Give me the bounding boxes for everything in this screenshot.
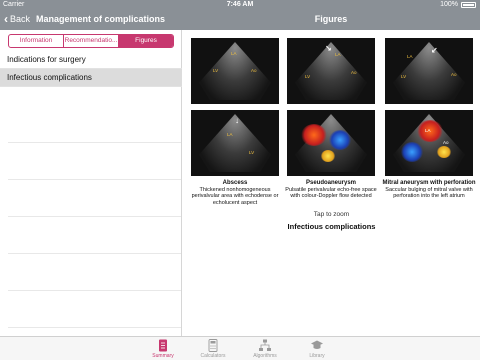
tab-summary[interactable]: Summary xyxy=(138,339,188,359)
graduation-cap-icon xyxy=(311,340,323,349)
echo-figure-mitral-aneurysm[interactable]: LA Ao xyxy=(385,110,473,176)
figure-label: Ao xyxy=(251,68,257,73)
segmented-control: Information Recommendatio... Figures xyxy=(8,34,174,48)
tab-label: Library xyxy=(309,353,325,359)
figure-label: LV xyxy=(305,74,311,79)
master-title: Management of complications xyxy=(36,14,166,24)
segment-recommendations[interactable]: Recommendatio... xyxy=(64,35,119,47)
figure-label: LA xyxy=(231,51,237,56)
caption-pseudoaneurysm: Pseudoaneurysm Pulsatile perivalvular ec… xyxy=(283,180,379,200)
echo-figure-2[interactable]: ↘ LA LV Ao xyxy=(287,38,375,104)
tab-bar: Summary Calculators Algorithms Library xyxy=(0,336,480,360)
summary-document-icon xyxy=(159,339,167,352)
empty-list-rows xyxy=(8,106,181,328)
tab-algorithms[interactable]: Algorithms xyxy=(240,339,290,359)
tap-to-zoom-hint: Tap to zoom xyxy=(313,211,350,218)
tab-label: Algorithms xyxy=(253,353,277,359)
list-item-infectious-complications[interactable]: Infectious complications xyxy=(0,69,182,87)
list-item-indications-for-surgery[interactable]: Indications for surgery xyxy=(0,51,182,69)
detail-pane: LA LV Ao ↘ LA LV Ao ↙ LA LV Ao ↓ LA LV L… xyxy=(183,30,480,336)
arrow-icon: ↓ xyxy=(235,116,239,125)
segment-information[interactable]: Information xyxy=(9,35,64,47)
figure-label: LA xyxy=(335,52,341,57)
figure-label: LV xyxy=(401,74,407,79)
tab-label: Summary xyxy=(152,353,174,359)
echo-figure-1[interactable]: LA LV Ao xyxy=(191,38,279,104)
clock: 7:46 AM xyxy=(226,1,254,8)
echo-figure-abscess[interactable]: ↓ LA LV xyxy=(191,110,279,176)
caption-text: Pulsatile perivalvular echo-free space w… xyxy=(285,186,377,200)
back-button[interactable]: ‹ Back xyxy=(4,13,30,25)
master-pane: Information Recommendatio... Figures Ind… xyxy=(0,30,182,336)
tab-calculators[interactable]: Calculators xyxy=(188,339,238,359)
caption-mitral-aneurysm: Mitral aneurysm with perforation Saccula… xyxy=(381,180,477,200)
caption-text: Saccular bulging of mitral valve with pe… xyxy=(385,186,473,200)
caption-abscess: Abscess Thickened nonhomogeneous perival… xyxy=(187,180,283,206)
figure-label: Ao xyxy=(443,140,449,145)
segment-figures[interactable]: Figures xyxy=(119,35,173,47)
figure-label: LV xyxy=(213,68,219,73)
section-title: Infectious complications xyxy=(287,222,376,231)
tab-library[interactable]: Library xyxy=(292,339,342,359)
navigation-bar: ‹ Back Management of complications Figur… xyxy=(0,10,480,30)
echo-figure-pseudoaneurysm[interactable] xyxy=(287,110,375,176)
figure-label: Ao xyxy=(451,72,457,77)
tab-label: Calculators xyxy=(200,353,226,359)
back-label: Back xyxy=(10,14,31,24)
arrow-icon: ↙ xyxy=(431,46,438,55)
figure-label: LA xyxy=(407,54,413,59)
arrow-icon: ↘ xyxy=(325,44,332,53)
caption-text: Thickened nonhomogeneous perivalvular ar… xyxy=(191,186,279,206)
topic-list: Indications for surgery Infectious compl… xyxy=(0,51,182,87)
chevron-left-icon: ‹ xyxy=(4,12,8,26)
figure-label: LV xyxy=(249,150,255,155)
figure-label: Ao xyxy=(351,70,357,75)
figure-label: LA xyxy=(425,128,431,133)
detail-title: Figures xyxy=(314,14,348,24)
figure-label: LA xyxy=(227,132,233,137)
battery-percentage: 100% xyxy=(440,1,458,8)
battery-icon xyxy=(461,2,476,8)
calculator-icon xyxy=(208,339,218,352)
echo-figure-3[interactable]: ↙ LA LV Ao xyxy=(385,38,473,104)
status-bar: Carrier 7:46 AM 100% xyxy=(0,0,480,10)
algorithm-flow-icon xyxy=(259,339,271,351)
